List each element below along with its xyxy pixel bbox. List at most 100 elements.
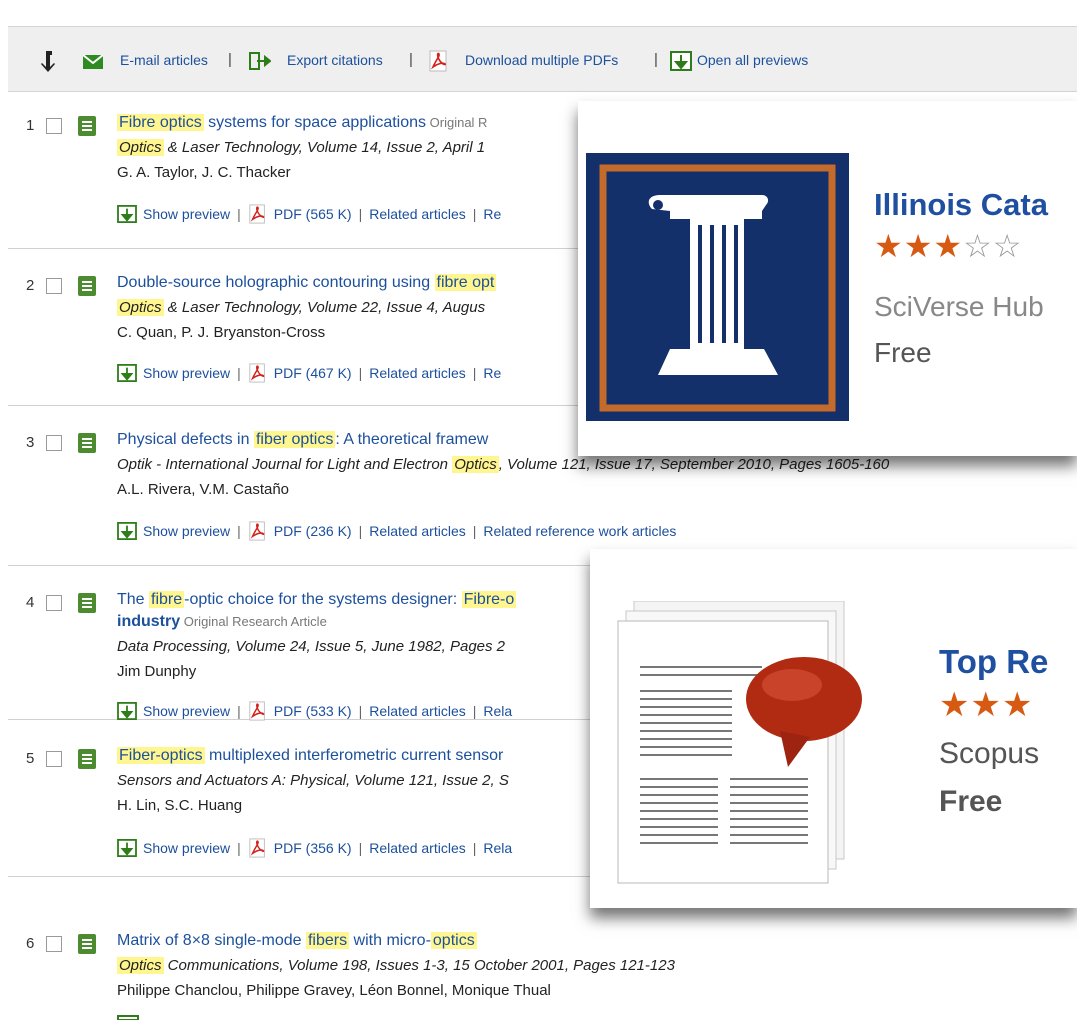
result-number: 5 — [26, 750, 35, 767]
select-checkbox[interactable] — [46, 595, 62, 611]
preview-icon — [117, 839, 137, 857]
result-authors: C. Quan, P. J. Bryanston-Cross — [117, 324, 326, 341]
toolbar-separator: | — [654, 51, 658, 68]
document-icon — [78, 749, 96, 769]
result-title-link[interactable]: Fibre optics systems for space applicati… — [117, 114, 487, 132]
export-citations-link[interactable]: Export citations — [287, 27, 383, 93]
show-preview-link[interactable]: Show preview — [143, 206, 230, 222]
result-source: Sensors and Actuators A: Physical, Volum… — [117, 772, 509, 789]
result-actions: Show preview | PDF (356 K) | Related article… — [117, 838, 512, 858]
result-title-link[interactable]: Matrix of 8×8 single-mode fibers with mi… — [117, 932, 477, 950]
related-articles-link[interactable]: Related articles — [369, 703, 466, 719]
related-reference-link[interactable]: Related reference work articles — [483, 523, 676, 539]
pdf-link[interactable]: PDF (565 K) — [274, 206, 352, 222]
document-icon — [78, 934, 96, 954]
document-icon — [78, 116, 96, 136]
result-actions: Show preview | PDF (236 K) | Related article… — [117, 521, 676, 541]
show-preview-link[interactable]: Show preview — [143, 840, 230, 856]
pdf-link[interactable]: PDF (533 K) — [274, 703, 352, 719]
result-source: Data Processing, Volume 24, Issue 5, Jun… — [117, 638, 506, 655]
export-icon[interactable] — [249, 52, 271, 70]
result-authors: Philippe Chanclou, Philippe Gravey, Léon… — [117, 982, 551, 999]
result-title-link[interactable]: The fibre -optic choice for the systems d… — [117, 591, 517, 609]
result-source: Optik - International Journal for Light … — [117, 456, 890, 473]
envelope-icon[interactable] — [83, 55, 103, 69]
show-preview-link[interactable]: Show preview — [143, 523, 230, 539]
document-icon — [78, 593, 96, 613]
rating-stars: ★★★☆☆ — [874, 228, 1023, 264]
result-number: 2 — [26, 277, 35, 294]
popup-source: SciVerse Hub — [874, 291, 1044, 322]
select-checkbox[interactable] — [46, 435, 62, 451]
result-authors: A.L. Rivera, V.M. Castaño — [117, 481, 290, 498]
select-checkbox[interactable] — [46, 118, 62, 134]
pdf-icon — [249, 521, 265, 541]
result-title-line2[interactable]: industry Original Research Article — [117, 613, 327, 631]
preview-icon — [117, 702, 137, 720]
result-title-link[interactable]: Physical defects in fiber optics: A theo… — [117, 431, 488, 449]
document-icon — [78, 433, 96, 453]
result-title-link[interactable]: Fiber-optics multiplexed interferometric… — [117, 747, 503, 765]
select-checkbox[interactable] — [46, 751, 62, 767]
result-actions: Show preview | PDF (467 K) | Related article… — [117, 363, 501, 383]
result-number: 6 — [26, 935, 35, 952]
open-all-previews-link[interactable]: Open all previews — [697, 27, 808, 93]
result-title-link[interactable]: Double-source holographic contouring usi… — [117, 274, 497, 292]
popup-app-title[interactable]: Top Re — [939, 643, 1048, 681]
popup-source: Scopus — [939, 737, 1040, 770]
top-margin — [0, 0, 1077, 26]
document-icon — [78, 276, 96, 296]
result-source: Optics & Laser Technology, Volume 22, Is… — [117, 299, 486, 316]
related-articles-link[interactable]: Related articles — [369, 840, 466, 856]
rating-stars: ★★★ — [939, 686, 1034, 724]
download-pdfs-link[interactable]: Download multiple PDFs — [465, 27, 618, 93]
result-number: 3 — [26, 434, 35, 451]
related-articles-link[interactable]: Related articles — [369, 365, 466, 381]
open-previews-icon[interactable] — [670, 51, 692, 71]
popup-app-title[interactable]: Illinois Cata — [874, 187, 1048, 223]
results-toolbar: E-mail articles | Export citations | Dow… — [8, 26, 1077, 92]
popup-card-top-rated[interactable]: Top Re ★★★ Scopus Free — [590, 549, 1077, 908]
related-articles-link[interactable]: Related articles — [369, 523, 466, 539]
popup-price: Free — [874, 337, 932, 368]
pdf-link[interactable]: PDF (356 K) — [274, 840, 352, 856]
select-checkbox[interactable] — [46, 278, 62, 294]
related-reference-link[interactable]: Re — [483, 206, 501, 222]
pdf-icon — [249, 204, 265, 224]
result-authors: Jim Dunphy — [117, 663, 197, 680]
select-checkbox[interactable] — [46, 936, 62, 952]
pdf-icon — [249, 701, 265, 721]
related-reference-link[interactable]: Rela — [483, 703, 512, 719]
illinois-logo-icon — [586, 153, 849, 421]
result-number: 4 — [26, 594, 35, 611]
preview-icon — [117, 364, 137, 382]
result-authors: H. Lin, S.C. Huang — [117, 797, 243, 814]
popup-card-illinois[interactable]: Illinois Cata ★★★☆☆ SciVerse Hub Free — [578, 101, 1077, 456]
related-reference-link[interactable]: Rela — [483, 840, 512, 856]
popup-price: Free — [939, 785, 1003, 818]
show-preview-link[interactable]: Show preview — [143, 703, 230, 719]
result-source: Optics Communications, Volume 198, Issue… — [117, 957, 675, 974]
toolbar-separator: | — [409, 51, 413, 68]
article-type: Original Research Article — [180, 614, 327, 629]
preview-icon — [117, 205, 137, 223]
pdf-icon — [249, 363, 265, 383]
result-actions: Show preview | PDF (533 K) | Related article… — [117, 701, 512, 721]
preview-icon — [117, 522, 137, 540]
pdf-link[interactable]: PDF (467 K) — [274, 365, 352, 381]
pdf-link[interactable]: PDF (236 K) — [274, 523, 352, 539]
pdf-icon — [249, 838, 265, 858]
email-articles-link[interactable]: E-mail articles — [120, 27, 208, 93]
back-arrow-icon[interactable] — [40, 51, 56, 73]
pdf-icon[interactable] — [428, 50, 450, 72]
related-articles-link[interactable]: Related articles — [369, 206, 466, 222]
related-reference-link[interactable]: Re — [483, 365, 501, 381]
result-source: Optics & Laser Technology, Volume 14, Is… — [117, 139, 486, 156]
show-preview-link[interactable]: Show preview — [143, 365, 230, 381]
preview-icon — [117, 1015, 139, 1020]
result-number: 1 — [26, 117, 35, 134]
result-actions: Show preview | PDF (565 K) | Related article… — [117, 204, 501, 224]
result-authors: G. A. Taylor, J. C. Thacker — [117, 164, 291, 181]
toolbar-separator: | — [228, 51, 232, 68]
article-type: Original R — [426, 115, 488, 130]
